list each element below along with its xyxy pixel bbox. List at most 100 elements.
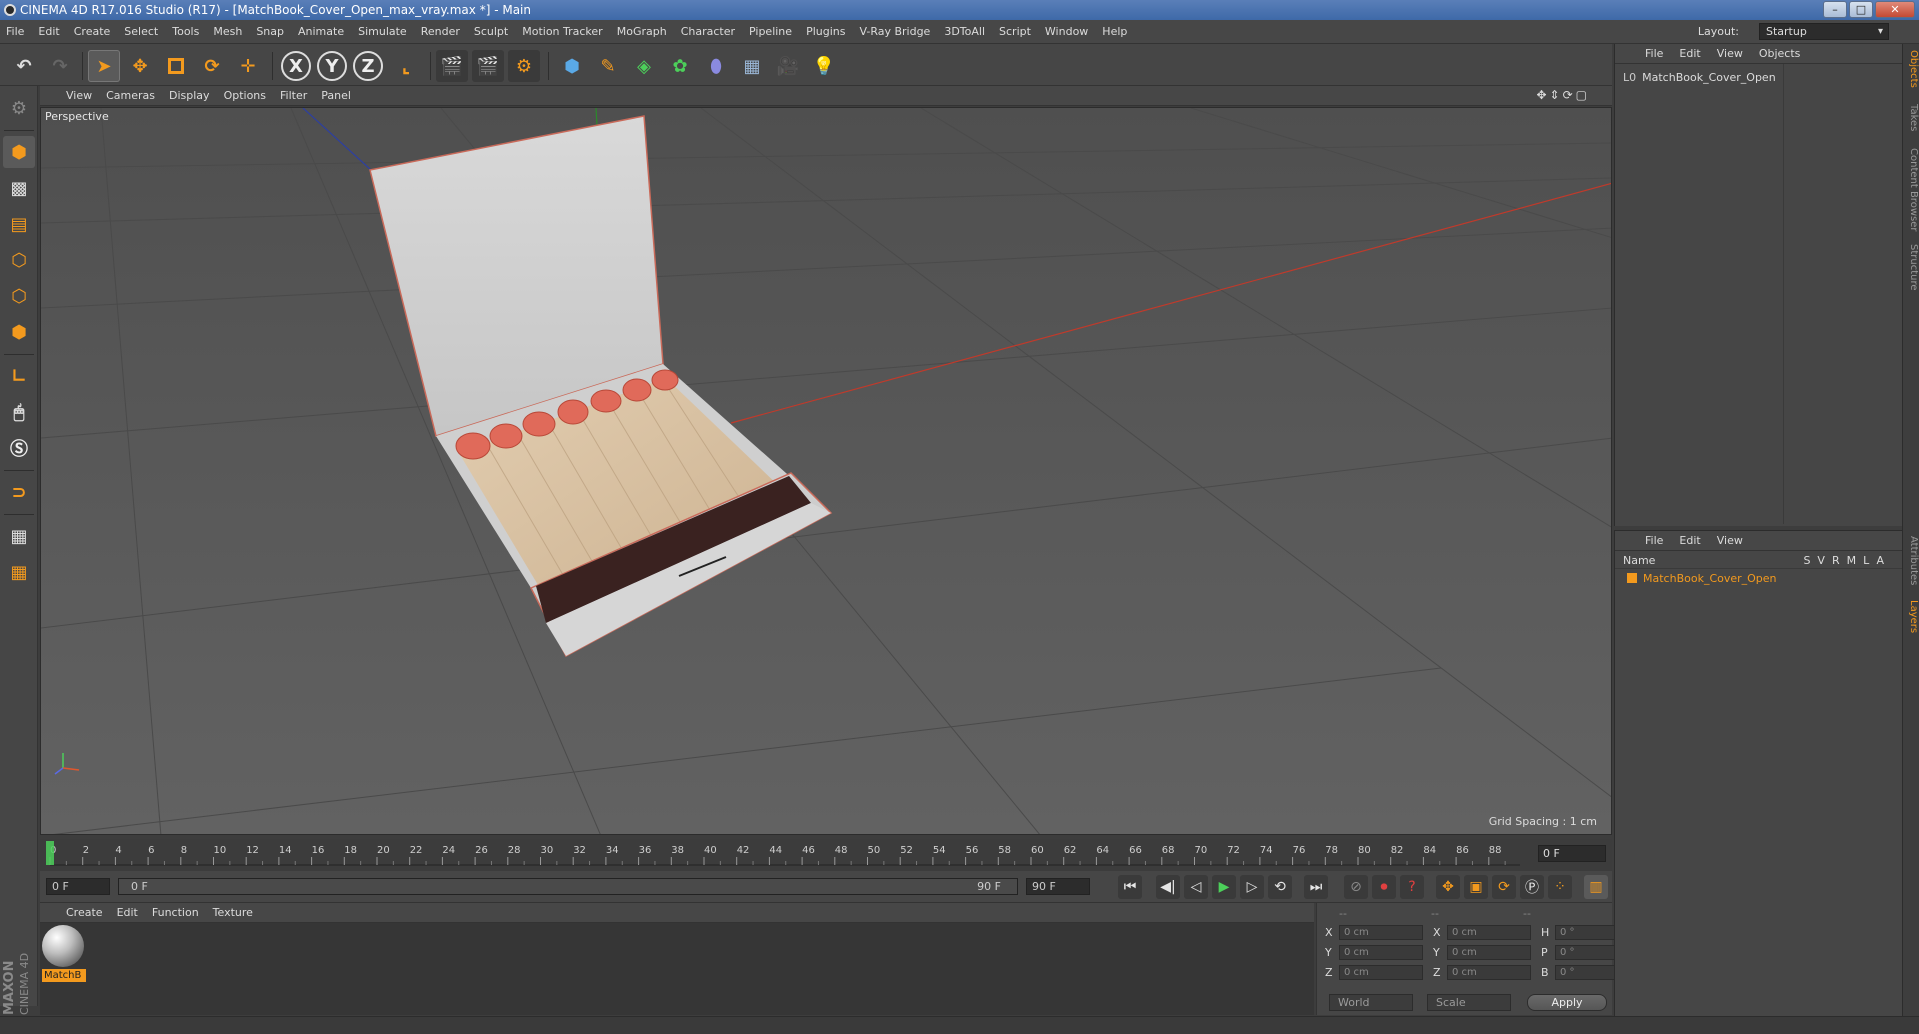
viewport-menu-display[interactable]: Display (169, 89, 210, 102)
solo-mode-icon[interactable]: Ⓢ (3, 432, 35, 464)
auto-keying-icon[interactable]: ⏺ (1372, 875, 1396, 899)
size-y-field[interactable]: 0 cm (1447, 945, 1531, 960)
rotate-tool-icon[interactable]: ⟳ (196, 50, 228, 82)
menu-script[interactable]: Script (999, 25, 1031, 38)
apply-button[interactable]: Apply (1527, 994, 1607, 1011)
menu-select[interactable]: Select (124, 25, 158, 38)
objects-menu-objects[interactable]: Objects (1759, 47, 1801, 60)
menu-motion-tracker[interactable]: Motion Tracker (522, 25, 602, 38)
layout-dropdown[interactable]: Startup (1759, 23, 1889, 40)
tab-layers[interactable]: Layers (1904, 600, 1919, 633)
deformer-icon[interactable]: ⬮ (700, 50, 732, 82)
position-z-field[interactable]: 0 cm (1339, 965, 1423, 980)
loop-icon[interactable]: ⟲ (1268, 875, 1292, 899)
layer-row[interactable]: MatchBook_Cover_Open (1615, 570, 1903, 586)
magnet-snap-icon[interactable]: ⊃ (3, 476, 35, 508)
viewport-menu-view[interactable]: View (66, 89, 92, 102)
position-y-field[interactable]: 0 cm (1339, 945, 1423, 960)
workplane-lock-icon[interactable]: ▦ (3, 520, 35, 552)
camera-icon[interactable]: 🎥 (772, 50, 804, 82)
scale-tool-icon[interactable] (160, 50, 192, 82)
tweak-mode-icon[interactable]: 🖱 (3, 396, 35, 428)
frame-range-slider[interactable]: 0 F 90 F (118, 878, 1018, 895)
object-row[interactable]: L0 MatchBook_Cover_Open (1623, 71, 1776, 84)
render-view-icon[interactable]: 🎬 (436, 50, 468, 82)
subdivision-surface-icon[interactable]: ◈ (628, 50, 660, 82)
layer-color-swatch[interactable] (1627, 573, 1637, 583)
axis-mode-icon[interactable]: ∟ (3, 360, 35, 392)
layers-menu-edit[interactable]: Edit (1679, 534, 1700, 547)
menu-create[interactable]: Create (74, 25, 111, 38)
menu-simulate[interactable]: Simulate (358, 25, 407, 38)
minimize-button[interactable]: – (1823, 1, 1847, 18)
tab-takes[interactable]: Takes (1904, 104, 1919, 131)
menu-animate[interactable]: Animate (298, 25, 344, 38)
layers-menu-view[interactable]: View (1717, 534, 1743, 547)
tab-content-browser[interactable]: Content Browser (1904, 148, 1919, 231)
menu-mesh[interactable]: Mesh (213, 25, 242, 38)
menu-pipeline[interactable]: Pipeline (749, 25, 792, 38)
coordinate-system-icon[interactable]: ⌞ (390, 50, 422, 82)
material-menu-texture[interactable]: Texture (213, 906, 253, 919)
workplane-mode-icon[interactable]: ▤ (3, 208, 35, 240)
menu-sculpt[interactable]: Sculpt (474, 25, 508, 38)
objects-menu-edit[interactable]: Edit (1679, 47, 1700, 60)
key-parameter-icon[interactable]: Ⓟ (1520, 875, 1544, 899)
key-scale-icon[interactable]: ▣ (1464, 875, 1488, 899)
material-menu-function[interactable]: Function (152, 906, 199, 919)
timeline-ruler[interactable]: 0246810121416182022242628303234363840424… (40, 839, 1612, 871)
redo-icon[interactable]: ↷ (44, 50, 76, 82)
previous-key-icon[interactable]: ◀| (1156, 875, 1180, 899)
size-z-field[interactable]: 0 cm (1447, 965, 1531, 980)
menu-edit[interactable]: Edit (38, 25, 59, 38)
texture-mode-icon[interactable]: ▩ (3, 172, 35, 204)
menu-vray-bridge[interactable]: V-Ray Bridge (859, 25, 930, 38)
size-x-field[interactable]: 0 cm (1447, 925, 1531, 940)
keyframe-selection-icon[interactable]: ? (1400, 875, 1424, 899)
next-frame-icon[interactable]: ▷ (1240, 875, 1264, 899)
viewport-menu-filter[interactable]: Filter (280, 89, 307, 102)
menu-help[interactable]: Help (1102, 25, 1127, 38)
material-menu-create[interactable]: Create (66, 906, 103, 919)
polygons-mode-icon[interactable]: ⬢ (3, 316, 35, 348)
menu-render[interactable]: Render (421, 25, 460, 38)
play-icon[interactable]: ▶ (1212, 875, 1236, 899)
cloner-icon[interactable]: ✿ (664, 50, 696, 82)
key-rotation-icon[interactable]: ⟳ (1492, 875, 1516, 899)
menu-snap[interactable]: Snap (256, 25, 284, 38)
current-frame-field[interactable]: 0 F (1538, 845, 1606, 862)
tab-objects[interactable]: Objects (1904, 50, 1919, 88)
objects-menu-view[interactable]: View (1717, 47, 1743, 60)
move-tool-icon[interactable]: ✥ (124, 50, 156, 82)
position-x-field[interactable]: 0 cm (1339, 925, 1423, 940)
x-axis-lock-button[interactable]: X (280, 50, 312, 82)
points-mode-icon[interactable]: ⬡ (3, 244, 35, 276)
edges-mode-icon[interactable]: ⬡ (3, 280, 35, 312)
timeline-window-icon[interactable]: ▥ (1584, 875, 1608, 899)
size-mode-dropdown[interactable]: Scale (1427, 994, 1511, 1011)
tab-attributes[interactable]: Attributes (1904, 536, 1919, 585)
viewport-navigation-icons[interactable]: ✥⇕⟳▢ (1536, 88, 1590, 102)
material-menu-edit[interactable]: Edit (117, 906, 138, 919)
menu-window[interactable]: Window (1045, 25, 1088, 38)
key-pla-icon[interactable]: ⁘ (1548, 875, 1572, 899)
perspective-viewport[interactable]: Perspective Grid Spacing : 1 cm (40, 107, 1612, 835)
start-frame-field[interactable]: 0 F (46, 878, 110, 895)
menu-plugins[interactable]: Plugins (806, 25, 845, 38)
end-frame-field[interactable]: 90 F (1026, 878, 1090, 895)
cube-primitive-icon[interactable]: ⬢ (556, 50, 588, 82)
live-selection-icon[interactable]: ✛ (232, 50, 264, 82)
floor-icon[interactable]: ▦ (736, 50, 768, 82)
render-settings-icon[interactable]: ⚙ (508, 50, 540, 82)
coordinate-mode-dropdown[interactable]: World (1329, 994, 1413, 1011)
menu-mograph[interactable]: MoGraph (617, 25, 667, 38)
material-swatch[interactable]: MatchB (42, 925, 86, 985)
go-to-end-icon[interactable]: ⏭ (1304, 875, 1328, 899)
model-mode-icon[interactable]: ⬢ (3, 136, 35, 168)
objects-menu-file[interactable]: File (1645, 47, 1663, 60)
y-axis-lock-button[interactable]: Y (316, 50, 348, 82)
menu-file[interactable]: File (6, 25, 24, 38)
menu-character[interactable]: Character (681, 25, 735, 38)
z-axis-lock-button[interactable]: Z (352, 50, 384, 82)
viewport-menu-panel[interactable]: Panel (321, 89, 351, 102)
